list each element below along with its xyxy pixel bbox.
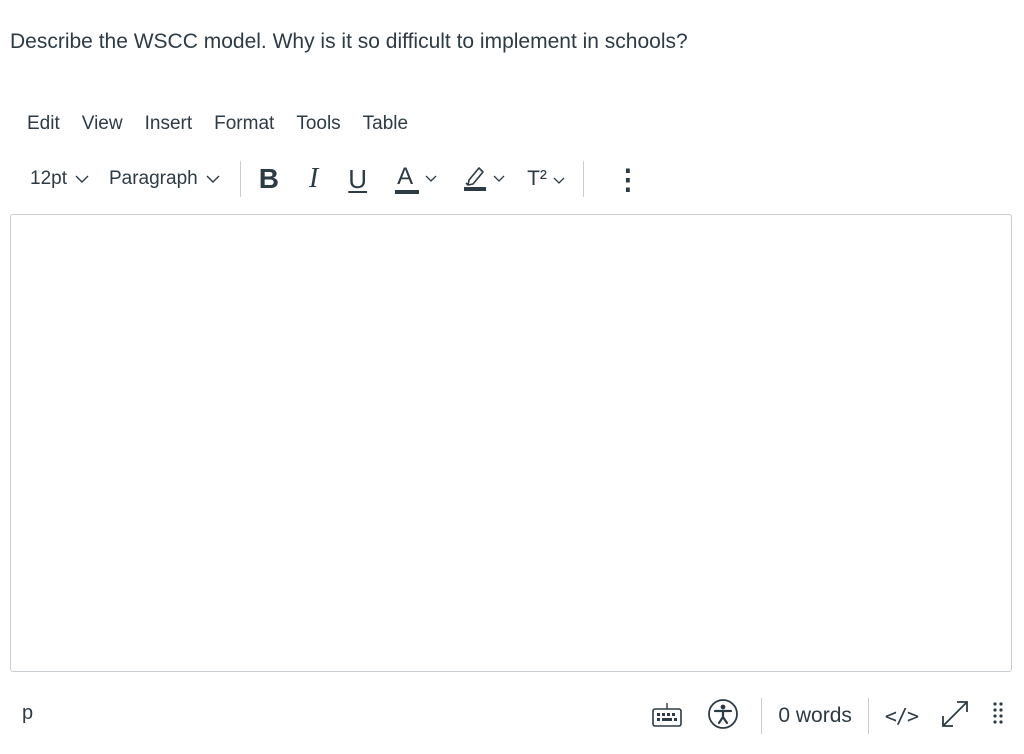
html-editor-toggle-button[interactable]: </> bbox=[885, 704, 919, 728]
resize-grip-icon bbox=[992, 701, 1004, 732]
rich-text-editor-area[interactable] bbox=[10, 214, 1012, 672]
keyboard-shortcuts-button[interactable] bbox=[651, 701, 683, 732]
question-text: Describe the WSCC model. Why is it so di… bbox=[10, 30, 688, 53]
text-color-button[interactable]: A bbox=[387, 159, 445, 199]
fullscreen-icon bbox=[938, 697, 972, 736]
menubar: Edit View Insert Format Tools Table bbox=[16, 111, 419, 137]
superscript-button[interactable]: T² bbox=[519, 159, 573, 199]
highlighter-icon bbox=[463, 163, 487, 196]
element-path[interactable]: p bbox=[22, 702, 33, 725]
statusbar-divider bbox=[867, 698, 869, 734]
underline-button[interactable]: U bbox=[340, 159, 375, 199]
font-size-value: 12pt bbox=[30, 168, 67, 189]
chevron-down-icon bbox=[553, 167, 565, 191]
highlight-color-button[interactable] bbox=[455, 159, 513, 199]
statusbar-divider bbox=[761, 698, 763, 734]
chevron-down-icon bbox=[425, 170, 437, 188]
bold-button[interactable]: B bbox=[251, 159, 287, 199]
toolbar-divider bbox=[582, 161, 584, 197]
fullscreen-button[interactable] bbox=[938, 697, 972, 736]
accessibility-checker-button[interactable] bbox=[707, 698, 739, 735]
chevron-down-icon bbox=[75, 168, 89, 190]
keyboard-icon bbox=[651, 701, 683, 732]
italic-button[interactable]: I bbox=[301, 159, 326, 199]
editor-toolbar: 12pt Paragraph B I U A T² ⋮ bbox=[20, 157, 720, 201]
word-count[interactable]: 0 words bbox=[778, 704, 852, 728]
menu-tools[interactable]: Tools bbox=[285, 111, 351, 137]
menu-format[interactable]: Format bbox=[203, 111, 285, 137]
resize-grip[interactable] bbox=[992, 701, 1004, 732]
font-size-select[interactable]: 12pt bbox=[20, 159, 99, 199]
block-format-value: Paragraph bbox=[108, 168, 198, 189]
menu-view[interactable]: View bbox=[71, 111, 134, 137]
block-format-select[interactable]: Paragraph bbox=[99, 159, 230, 199]
menu-insert[interactable]: Insert bbox=[134, 111, 204, 137]
statusbar-tools: 0 words </> bbox=[651, 692, 1014, 740]
chevron-down-icon bbox=[493, 170, 505, 188]
menu-table[interactable]: Table bbox=[352, 111, 419, 137]
menu-edit[interactable]: Edit bbox=[16, 111, 71, 137]
editor-statusbar: p 0 words </> bbox=[10, 692, 1014, 740]
superscript-label: T² bbox=[527, 167, 547, 190]
toolbar-divider bbox=[239, 161, 241, 197]
accessibility-icon bbox=[707, 698, 739, 735]
more-options-button[interactable]: ⋮ bbox=[606, 159, 650, 199]
chevron-down-icon bbox=[206, 168, 220, 190]
text-color-icon: A bbox=[395, 164, 420, 194]
